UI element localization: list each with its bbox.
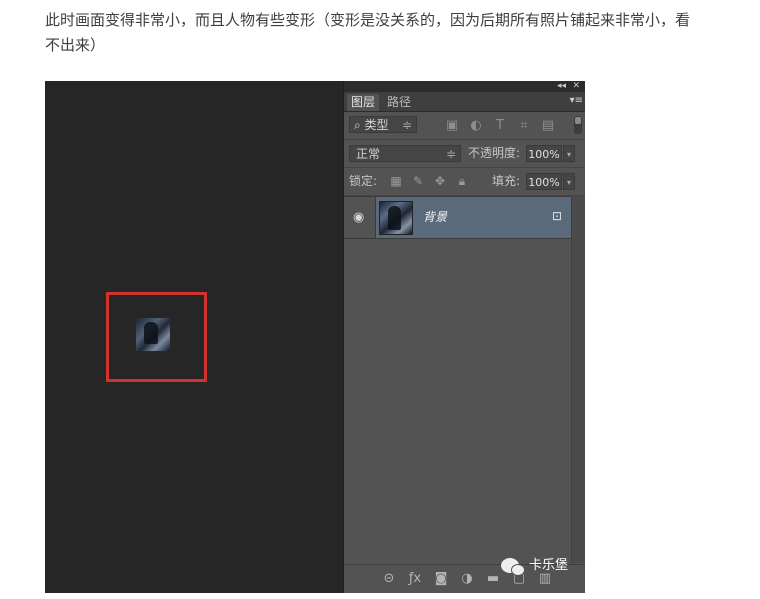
collapse-panel-icon[interactable]: ◂◂ [557,81,566,92]
smart-object-icon[interactable]: ▤ [536,118,560,133]
close-panel-icon[interactable]: ✕ [572,81,580,92]
tab-paths[interactable]: 路径 [383,94,415,111]
opacity-label: 不透明度: [468,146,521,160]
lock-row: 锁定: ▦ ✎ ✥ 🔒︎ 填充: 100% ▾ [344,168,585,196]
layers-scrollbar[interactable] [571,196,585,563]
adjustment-icon[interactable]: ◐ [464,118,488,133]
layer-name[interactable]: 背景 [423,208,447,225]
link-icon[interactable]: ⊝ [376,571,402,587]
fill-dropdown-icon[interactable]: ▾ [563,173,575,190]
opacity-dropdown-icon[interactable]: ▾ [563,145,575,162]
watermark-text: 卡乐堡 [529,558,569,573]
filter-toggle[interactable] [574,116,582,134]
adjustment-layer-icon[interactable]: ◑ [454,571,480,587]
article-paragraph: 此时画面变得非常小，而且人物有些变形（变形是没关系的，因为后期所有照片铺起来非常… [45,11,691,54]
lock-brush-icon[interactable]: ✎ [407,173,429,190]
blend-row: 正常 ≑ 不透明度: 100% ▾ [344,140,585,168]
select-arrows-icon: ≑ [401,118,412,132]
fx-icon[interactable]: ƒx [402,571,428,587]
layers-panel: ◂◂ ✕ 图层 路径 ▾≡ ⌕ 类型 ≑ ▣ ◐ T ⌗ ▤ 正常 ≑ 不透明度: 10… [343,81,585,593]
fill-input[interactable]: 100% [526,173,562,190]
fill-label: 填充: [492,174,521,188]
panel-title-bar: ◂◂ ✕ [344,81,585,92]
filter-type-select[interactable]: ⌕ 类型 ≑ [349,116,417,133]
opacity-input[interactable]: 100% [526,145,562,162]
eye-icon[interactable]: ◉ [353,210,364,225]
lock-move-icon[interactable]: ✥ [429,173,451,190]
tab-layers[interactable]: 图层 [347,94,380,111]
layer-thumbnail [379,201,413,235]
mask-icon[interactable]: ◙ [428,571,454,587]
document-canvas[interactable] [45,81,343,593]
photoshop-window: ◂◂ ✕ 图层 路径 ▾≡ ⌕ 类型 ≑ ▣ ◐ T ⌗ ▤ 正常 ≑ 不透明度: 10… [45,81,585,593]
shape-icon[interactable]: ⌗ [512,118,536,133]
blend-mode-select[interactable]: 正常 ≑ [349,145,461,162]
blend-mode-value: 正常 [356,147,381,161]
panel-menu-icon[interactable]: ▾≡ [570,95,583,106]
lock-pixels-icon[interactable]: ▦ [385,173,407,190]
wechat-icon [501,558,525,576]
lock-label: 锁定: [349,174,378,188]
select-arrows-icon: ≑ [445,147,456,161]
scaled-photo[interactable] [136,318,170,351]
group-folder-icon[interactable]: ▬ [480,571,506,587]
image-icon[interactable]: ▣ [440,118,464,133]
filter-icons: ▣ ◐ T ⌗ ▤ [440,118,560,133]
filter-row: ⌕ 类型 ≑ ▣ ◐ T ⌗ ▤ [344,112,585,140]
visibility-column: ◉ [344,197,376,238]
layer-row[interactable]: ◉ 背景 ⊡ [344,196,572,239]
type-icon[interactable]: T [488,118,512,133]
layer-lock-icon: ⊡ [551,209,562,223]
filter-type-label: ⌕ 类型 [354,118,389,132]
lock-icons: ▦ ✎ ✥ 🔒︎ [385,173,473,190]
panel-tabs: 图层 路径 ▾≡ [344,92,585,112]
lock-all-icon[interactable]: 🔒︎ [451,173,473,190]
